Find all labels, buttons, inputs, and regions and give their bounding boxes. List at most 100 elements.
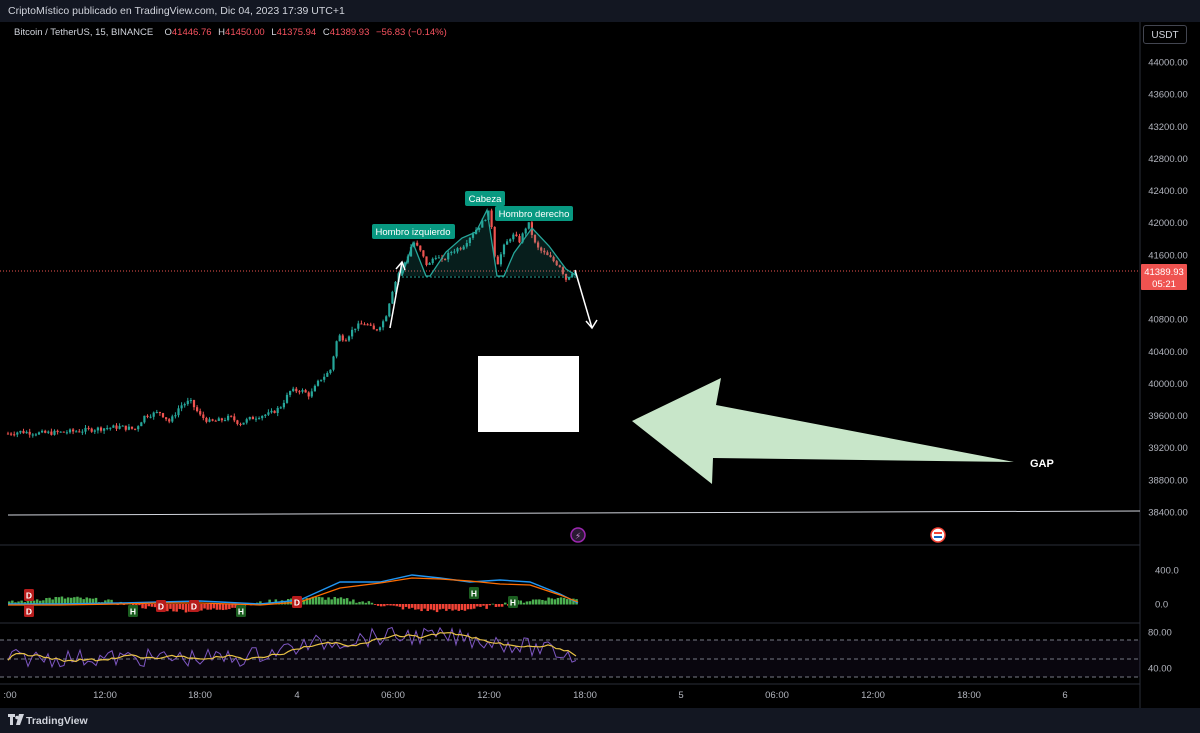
histogram-bar (209, 604, 212, 610)
histogram-bar (559, 597, 563, 605)
candle (242, 422, 245, 425)
high-label: H (218, 27, 226, 38)
price-axis[interactable]: 44000.00 43600.00 43200.00 42800.00 42400.00… (1141, 58, 1188, 519)
svg-text:⚡: ⚡ (575, 531, 581, 541)
candle (62, 431, 65, 433)
candle (518, 233, 521, 244)
candle (183, 402, 186, 408)
candle (307, 391, 310, 400)
price-tick-label: 39600.00 (1148, 411, 1188, 422)
price-tick-label: 42400.00 (1148, 186, 1188, 197)
histogram-bar (448, 604, 451, 610)
histogram-bar (485, 604, 488, 609)
histogram-bar (407, 604, 411, 609)
histogram-bar (225, 604, 228, 610)
open-value: 41446.76 (171, 27, 212, 38)
candle (81, 429, 84, 435)
signal-marker[interactable]: H (128, 605, 138, 617)
histogram-bar (144, 604, 147, 609)
symbol-legend[interactable]: Bitcoin / TetherUS, 15, BINANCE O41446.7… (14, 27, 447, 38)
candle (174, 412, 177, 419)
signal-marker[interactable]: D (292, 596, 302, 608)
histogram-bar (438, 604, 442, 610)
histogram-bar (414, 604, 417, 610)
signal-marker[interactable]: D (189, 600, 199, 612)
label-left-shoulder[interactable]: Hombro izquierdo (372, 224, 455, 239)
signal-marker[interactable]: H (236, 605, 246, 617)
time-tick-label: 18:00 (573, 690, 597, 701)
histogram-bar (358, 601, 361, 605)
signal-marker[interactable]: D (24, 589, 34, 601)
candle (490, 208, 493, 229)
us-flag-event-icon[interactable] (930, 527, 946, 543)
histogram-bar (504, 602, 507, 605)
candle (332, 355, 335, 372)
candle (230, 415, 233, 418)
dividend-event-icon[interactable]: ⚡ (570, 527, 586, 543)
downtrend-arrow[interactable] (574, 269, 598, 330)
candle (248, 416, 251, 421)
signal-marker[interactable]: H (469, 587, 479, 599)
candle (59, 431, 62, 433)
histogram-bar (200, 604, 203, 611)
candle (220, 417, 223, 423)
price-tick-label: 40000.00 (1148, 379, 1188, 390)
candle (254, 416, 258, 422)
candle (258, 416, 261, 420)
signal-marker[interactable]: H (508, 596, 518, 608)
candle (437, 255, 440, 259)
histogram-bar (429, 604, 433, 610)
footer-bar: TradingView (0, 708, 1200, 733)
label-head[interactable]: Cabeza (465, 191, 505, 206)
indicator-rsi-pane[interactable]: 80.00 40.00 (0, 626, 1172, 678)
signal-marker[interactable]: D (156, 600, 166, 612)
candle (347, 335, 351, 342)
gap-arrow[interactable] (632, 378, 1014, 484)
histogram-bar (494, 604, 498, 607)
chart-canvas[interactable]: 44000.00 43600.00 43200.00 42800.00 42400.00… (0, 0, 1200, 733)
candle (31, 433, 34, 438)
indicator-oscillator-pane[interactable]: 400.00.0DD H D D HDHH (8, 566, 1179, 618)
low-value: 41375.94 (276, 27, 317, 38)
candle (112, 424, 115, 428)
candle (189, 398, 192, 404)
histogram-bar (442, 604, 445, 609)
histogram-bar (395, 604, 398, 607)
histogram-bar (147, 604, 150, 607)
currency-button[interactable]: USDT (1143, 25, 1187, 44)
indicator2-tick: 80.00 (1148, 628, 1172, 639)
candle (158, 411, 161, 416)
time-tick-label: 12:00 (93, 690, 117, 701)
time-axis[interactable]: :00 12:00 18:00 4 06:00 12:00 18:00 5 06:00 12:00… (3, 690, 1067, 701)
histogram-bar (153, 604, 157, 608)
candle (75, 429, 78, 433)
candle (180, 402, 183, 412)
candle (149, 414, 152, 419)
histogram-bar (469, 604, 473, 610)
candle (93, 429, 96, 434)
histogram-bar (355, 602, 358, 605)
histogram-bar (389, 604, 392, 606)
trend-line[interactable] (7, 510, 1141, 516)
time-tick-label: 5 (678, 690, 683, 701)
histogram-bar (562, 597, 566, 605)
white-box[interactable] (478, 356, 579, 432)
candle (65, 430, 68, 435)
candle (388, 303, 391, 318)
candle (168, 417, 171, 424)
candle (499, 252, 502, 267)
signal-marker[interactable]: D (24, 605, 34, 617)
close-label: C (322, 27, 330, 38)
label-right-shoulder[interactable]: Hombro derecho (495, 206, 573, 221)
candle (419, 245, 422, 252)
histogram-bar (228, 604, 231, 610)
price-tick-label: 44000.00 (1148, 58, 1188, 69)
candle (106, 425, 109, 431)
candle (165, 417, 168, 422)
candle (236, 419, 239, 426)
candle (196, 405, 199, 413)
candle (68, 428, 72, 434)
svg-text:H: H (471, 589, 477, 599)
histogram-bar (401, 604, 405, 610)
footer-brand: TradingView (26, 715, 88, 727)
